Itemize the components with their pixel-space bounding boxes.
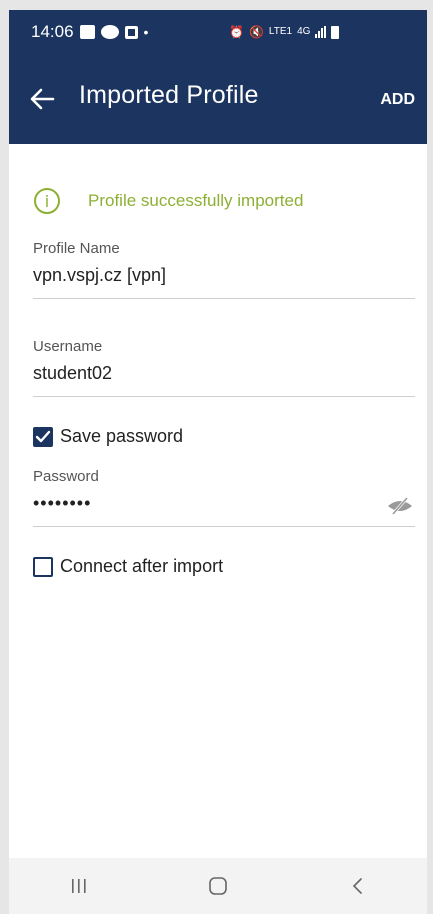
profile-name-field[interactable]: Profile Name vpn.vspj.cz [vpn] [33, 240, 415, 299]
username-input[interactable]: student02 [33, 363, 415, 397]
check-icon [35, 430, 51, 442]
profile-name-input[interactable]: vpn.vspj.cz [vpn] [33, 265, 415, 299]
recents-button[interactable] [59, 866, 99, 906]
password-field[interactable]: Password •••••••• [33, 468, 415, 527]
password-input[interactable]: •••••••• [33, 493, 91, 513]
status-left: 14:06 • [31, 22, 148, 42]
save-password-label: Save password [60, 426, 184, 446]
alarm-icon: ⏰ [229, 25, 244, 39]
app-bar: Imported Profile ADD [9, 54, 427, 144]
app-notification-icon [124, 25, 138, 39]
bezel-right [427, 0, 433, 914]
bezel-left [0, 0, 9, 914]
password-input-row[interactable]: •••••••• [33, 493, 415, 527]
system-back-button[interactable] [337, 866, 377, 906]
save-password-checkbox-row[interactable]: Save password [33, 426, 183, 447]
system-nav-bar [9, 858, 427, 914]
import-success-notice: i Profile successfully imported [34, 188, 303, 214]
network-type: 4G [297, 26, 311, 37]
more-notifications-dot-icon: • [143, 24, 149, 40]
gallery-icon [79, 25, 95, 39]
home-icon [209, 877, 227, 895]
add-button[interactable]: ADD [380, 91, 415, 109]
page-title: Imported Profile [79, 81, 259, 109]
home-button[interactable] [198, 866, 238, 906]
connect-after-import-checkbox[interactable] [33, 556, 53, 577]
password-label: Password [33, 468, 99, 485]
signal-icon [315, 26, 327, 38]
mute-icon: 🔇 [248, 25, 264, 39]
back-arrow-icon[interactable] [29, 84, 55, 114]
info-icon: i [34, 188, 60, 214]
battery-icon [331, 25, 340, 39]
status-time: 14:06 [31, 22, 74, 41]
chevron-left-icon [353, 878, 363, 894]
status-right: ⏰ 🔇 LTE1 4G [229, 25, 340, 39]
username-field[interactable]: Username student02 [33, 338, 415, 397]
phone-frame: 14:06 • ⏰ 🔇 LTE1 4G Imported Profile ADD… [0, 0, 433, 914]
chat-icon [100, 25, 119, 39]
recents-icon [71, 879, 86, 893]
eye-off-icon[interactable] [385, 495, 415, 517]
save-password-checkbox[interactable] [33, 426, 53, 447]
username-label: Username [33, 338, 103, 355]
connect-after-import-label: Connect after import [60, 556, 224, 576]
volte-indicator: LTE1 [268, 26, 293, 37]
profile-name-label: Profile Name [33, 240, 120, 257]
notice-text: Profile successfully imported [88, 191, 304, 210]
connect-after-import-checkbox-row[interactable]: Connect after import [33, 556, 223, 577]
main-content: i Profile successfully imported Profile … [9, 144, 427, 858]
status-bar: 14:06 • ⏰ 🔇 LTE1 4G [9, 10, 427, 54]
bezel-top [0, 0, 433, 10]
